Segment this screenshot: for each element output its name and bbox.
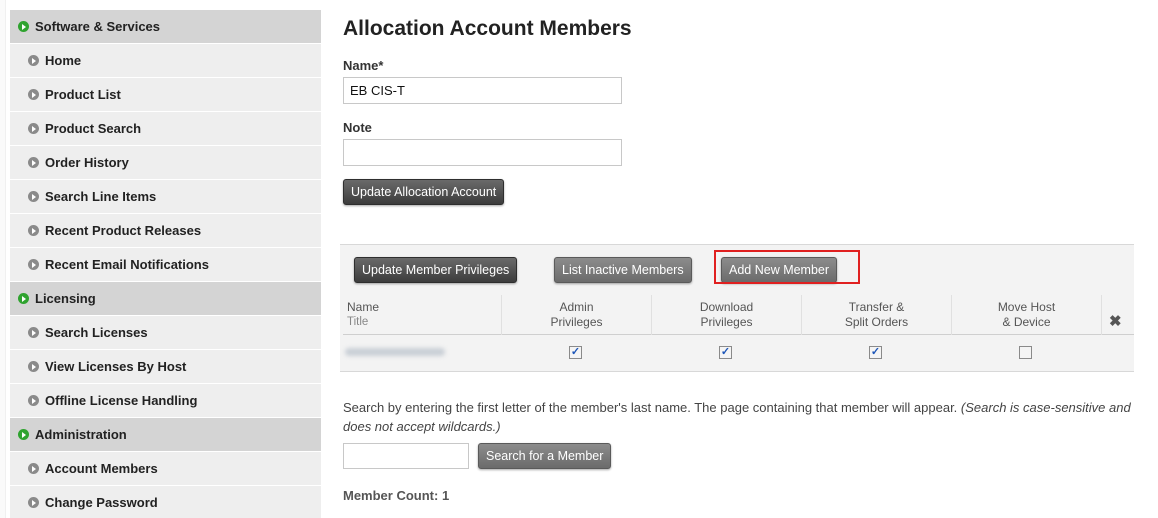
sidebar-nav: Software & Services Home Product List Pr… <box>10 10 321 518</box>
name-input[interactable] <box>343 77 622 104</box>
sidebar-item-label: Product List <box>45 87 121 102</box>
bullet-arrow-icon <box>28 361 39 372</box>
bullet-arrow-icon <box>28 89 39 100</box>
sidebar-item-label: Change Password <box>45 495 158 510</box>
sidebar-section-label: Licensing <box>35 291 96 306</box>
close-icon[interactable]: ✖ <box>1109 312 1122 330</box>
column-move-host-device: Move Host & Device <box>951 295 1101 335</box>
column-label-line1: Transfer & <box>848 300 905 314</box>
column-transfer-split-orders: Transfer & Split Orders <box>801 295 951 335</box>
column-label-line1: Download <box>699 300 754 314</box>
download-privileges-checkbox[interactable]: ✓ <box>719 346 732 359</box>
sidebar-item-search-line-items[interactable]: Search Line Items <box>10 180 321 214</box>
column-label-line2: Privileges <box>550 315 603 329</box>
column-name-label: Name <box>347 300 380 314</box>
page-left-edge <box>0 0 6 518</box>
sidebar-item-label: Home <box>45 53 82 68</box>
bullet-arrow-icon <box>28 497 39 508</box>
sidebar-section-administration[interactable]: Administration <box>10 418 321 452</box>
column-label-line2: Privileges <box>700 315 753 329</box>
bullet-arrow-icon <box>28 191 39 202</box>
bullet-arrow-icon <box>28 123 39 134</box>
sidebar-item-label: Account Members <box>45 461 158 476</box>
sidebar-item-product-search[interactable]: Product Search <box>10 112 321 146</box>
sidebar-section-label: Software & Services <box>35 19 161 34</box>
bullet-arrow-icon <box>28 55 39 66</box>
column-title-label: Title <box>347 316 369 328</box>
move-host-device-checkbox[interactable] <box>1019 346 1032 359</box>
bullet-arrow-icon <box>18 293 29 304</box>
name-label: Name* <box>343 58 384 73</box>
table-row: ✓ ✓ ✓ <box>343 335 1134 365</box>
column-download-privileges: Download Privileges <box>651 295 801 335</box>
list-inactive-members-button[interactable]: List Inactive Members <box>554 257 692 283</box>
sidebar-item-label: Search Line Items <box>45 189 157 204</box>
redacted-member-name <box>345 348 445 356</box>
note-label: Note <box>343 120 372 135</box>
column-name-title: Name Title <box>347 295 497 335</box>
sidebar-item-account-members[interactable]: Account Members <box>10 452 321 486</box>
sidebar-section-software-services[interactable]: Software & Services <box>10 10 321 44</box>
sidebar-item-search-licenses[interactable]: Search Licenses <box>10 316 321 350</box>
column-label-line2: & Device <box>1002 315 1051 329</box>
update-allocation-account-button[interactable]: Update Allocation Account <box>343 179 505 205</box>
sidebar-item-label: Search Licenses <box>45 325 148 340</box>
member-search-input[interactable] <box>343 443 469 469</box>
member-count: Member Count: 1 <box>343 488 450 503</box>
bullet-arrow-icon <box>28 225 39 236</box>
column-label-line2: Split Orders <box>844 315 909 329</box>
sidebar-item-order-history[interactable]: Order History <box>10 146 321 180</box>
bullet-arrow-icon <box>18 429 29 440</box>
sidebar-item-home[interactable]: Home <box>10 44 321 78</box>
sidebar-section-licensing[interactable]: Licensing <box>10 282 321 316</box>
search-help-text: Search by entering the first letter of t… <box>343 398 1143 436</box>
sidebar-item-recent-product-releases[interactable]: Recent Product Releases <box>10 214 321 248</box>
bullet-arrow-icon <box>28 327 39 338</box>
transfer-split-orders-checkbox[interactable]: ✓ <box>869 346 882 359</box>
sidebar-item-label: Product Search <box>45 121 142 136</box>
sidebar-item-change-password[interactable]: Change Password <box>10 486 321 518</box>
sidebar-item-recent-email-notifications[interactable]: Recent Email Notifications <box>10 248 321 282</box>
search-member-button[interactable]: Search for a Member <box>478 443 612 469</box>
sidebar-item-label: Order History <box>45 155 129 170</box>
bullet-arrow-icon <box>28 259 39 270</box>
column-label-line1: Admin <box>559 300 594 314</box>
sidebar-item-label: View Licenses By Host <box>45 359 187 374</box>
bullet-arrow-icon <box>18 21 29 32</box>
bullet-arrow-icon <box>28 157 39 168</box>
bullet-arrow-icon <box>28 395 39 406</box>
search-help-main: Search by entering the first letter of t… <box>343 400 961 415</box>
sidebar-item-product-list[interactable]: Product List <box>10 78 321 112</box>
sidebar-item-view-licenses-by-host[interactable]: View Licenses By Host <box>10 350 321 384</box>
sidebar-item-label: Recent Email Notifications <box>45 257 209 272</box>
page-title: Allocation Account Members <box>343 17 632 40</box>
note-input[interactable] <box>343 139 622 166</box>
sidebar-item-label: Offline License Handling <box>45 393 198 408</box>
column-admin-privileges: Admin Privileges <box>501 295 651 335</box>
update-member-privileges-button[interactable]: Update Member Privileges <box>354 257 518 283</box>
bullet-arrow-icon <box>28 463 39 474</box>
column-label-line1: Move Host <box>997 300 1056 314</box>
sidebar-item-label: Recent Product Releases <box>45 223 202 238</box>
highlight-outline <box>714 250 860 284</box>
sidebar-item-offline-license-handling[interactable]: Offline License Handling <box>10 384 321 418</box>
sidebar-section-label: Administration <box>35 427 127 442</box>
admin-privileges-checkbox[interactable]: ✓ <box>569 346 582 359</box>
members-table-header: Name Title Admin Privileges Download Pri… <box>343 295 1134 335</box>
